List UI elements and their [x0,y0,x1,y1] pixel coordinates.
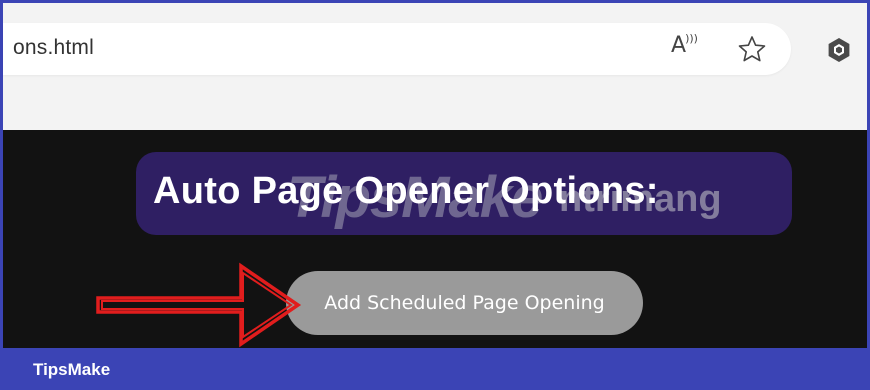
red-arrow-annotation [96,262,302,348]
browser-toolbar: ons.html A))) [3,3,867,130]
extension-options-page: TipsMake ntrimang Auto Page Opener Optio… [3,130,867,348]
screenshot-frame: ons.html A))) TipsMake ntrimang Auto Pag… [0,0,870,390]
extension-hexagon-icon[interactable] [825,36,853,64]
footer-bar: TipsMake [3,348,867,390]
page-title: Auto Page Opener Options: [153,170,659,212]
footer-brand: TipsMake [33,360,111,379]
read-aloud-icon[interactable]: A))) [671,32,698,58]
address-bar[interactable]: ons.html A))) [3,23,791,75]
url-text[interactable]: ons.html [13,36,94,60]
add-scheduled-page-button[interactable]: Add Scheduled Page Opening [286,271,643,335]
star-icon[interactable] [737,34,767,64]
